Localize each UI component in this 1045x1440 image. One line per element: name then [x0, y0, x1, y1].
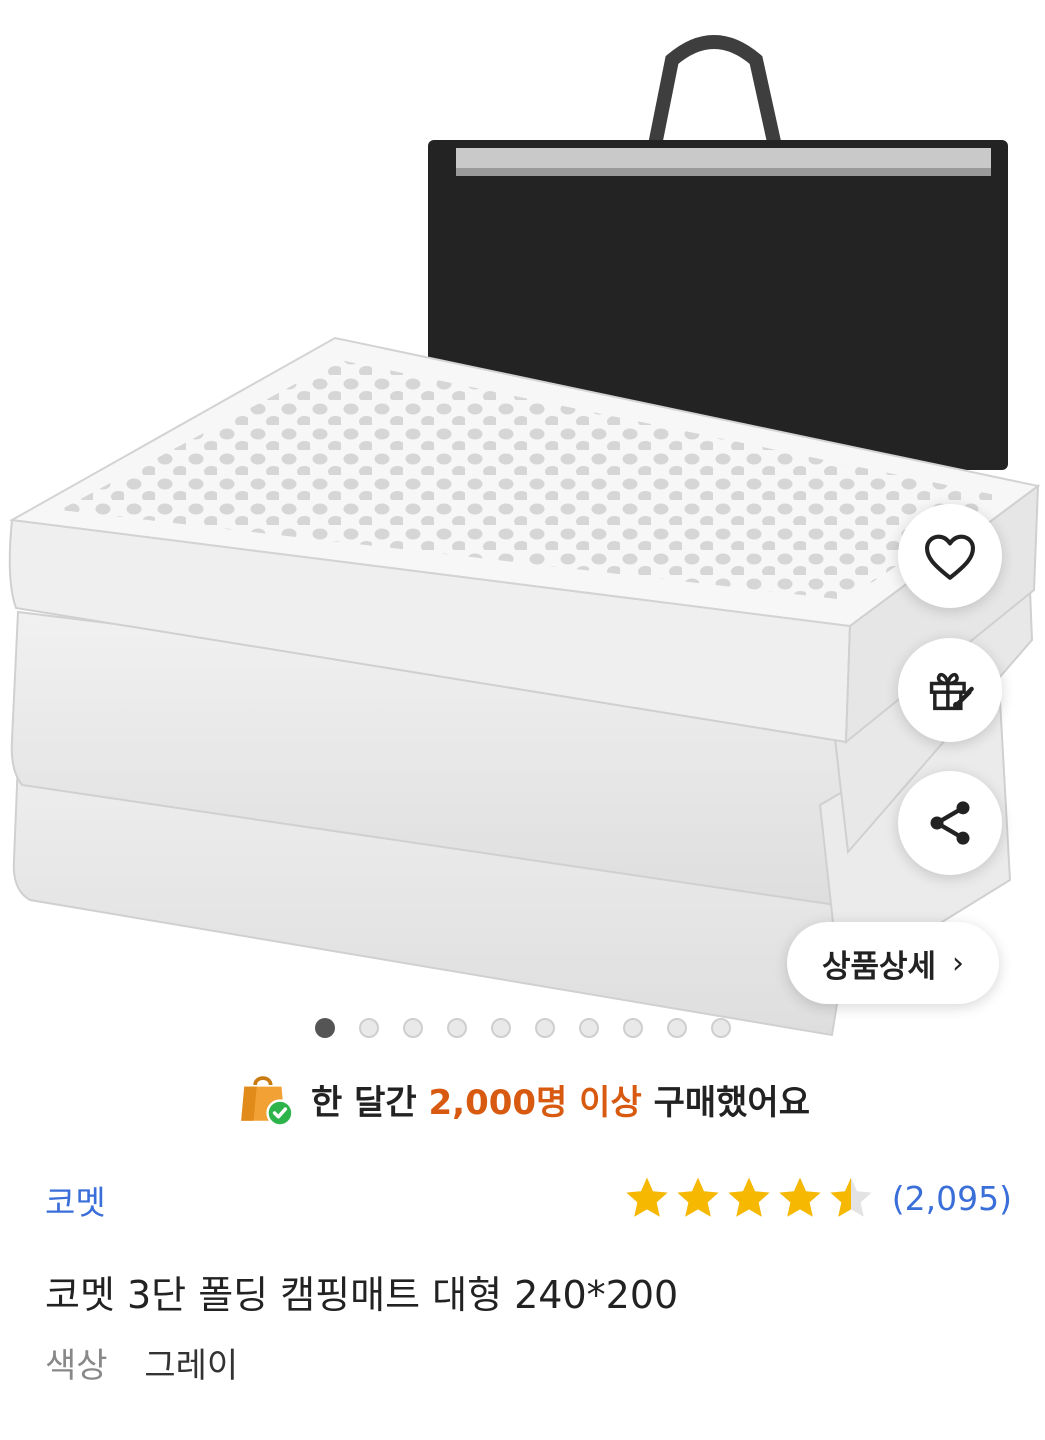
purchase-notice-prefix: 한 달간: [311, 1082, 429, 1123]
brand-link[interactable]: 코멧: [45, 1176, 106, 1224]
star-icon: [779, 1177, 821, 1217]
gallery-pagination[interactable]: [0, 1018, 1045, 1038]
share-icon: [930, 801, 970, 845]
product-detail-button[interactable]: 상품상세 ›: [787, 922, 999, 1004]
pagination-dot[interactable]: [490, 1018, 511, 1038]
product-image: [8, 35, 1041, 1037]
product-detail-label: 상품상세: [821, 948, 937, 985]
star-rating: [623, 1174, 878, 1222]
option-value: 그레이: [144, 1346, 239, 1386]
wishlist-button[interactable]: [898, 504, 1002, 608]
chevron-right-icon: ›: [952, 945, 965, 981]
star-icon: [677, 1177, 719, 1217]
heart-icon: [924, 534, 976, 580]
pagination-dot[interactable]: [622, 1018, 643, 1038]
purchase-notice-highlight: 2,000명 이상: [428, 1082, 642, 1123]
product-title: 코멧 3단 폴딩 캠핑매트 대형 240*200: [45, 1273, 679, 1317]
gift-button[interactable]: [898, 638, 1002, 742]
option-label: 색상: [45, 1346, 108, 1386]
pagination-dot[interactable]: [402, 1018, 423, 1038]
review-count[interactable]: (2,095): [892, 1179, 1012, 1218]
rating-summary[interactable]: (2,095): [623, 1174, 1012, 1222]
pagination-dot[interactable]: [446, 1018, 467, 1038]
purchase-notice: 한 달간 2,000명 이상 구매했어요: [0, 1068, 1045, 1130]
gift-icon: [929, 672, 974, 711]
pagination-dot[interactable]: [534, 1018, 555, 1038]
product-image-gallery[interactable]: 상품상세 ›: [0, 0, 1045, 1060]
pagination-dot[interactable]: [578, 1018, 599, 1038]
star-icon: [728, 1177, 770, 1217]
shopping-bag-check-icon: [241, 1076, 294, 1127]
share-button[interactable]: [898, 771, 1002, 875]
purchase-notice-suffix: 구매했어요: [641, 1082, 810, 1123]
selected-option: 색상 그레이: [45, 1338, 238, 1387]
pagination-dot[interactable]: [666, 1018, 687, 1038]
star-icon: [830, 1177, 872, 1217]
pagination-dot[interactable]: [358, 1018, 379, 1038]
pagination-dot[interactable]: [710, 1018, 731, 1038]
star-icon: [626, 1177, 668, 1217]
pagination-dot[interactable]: [314, 1018, 335, 1038]
